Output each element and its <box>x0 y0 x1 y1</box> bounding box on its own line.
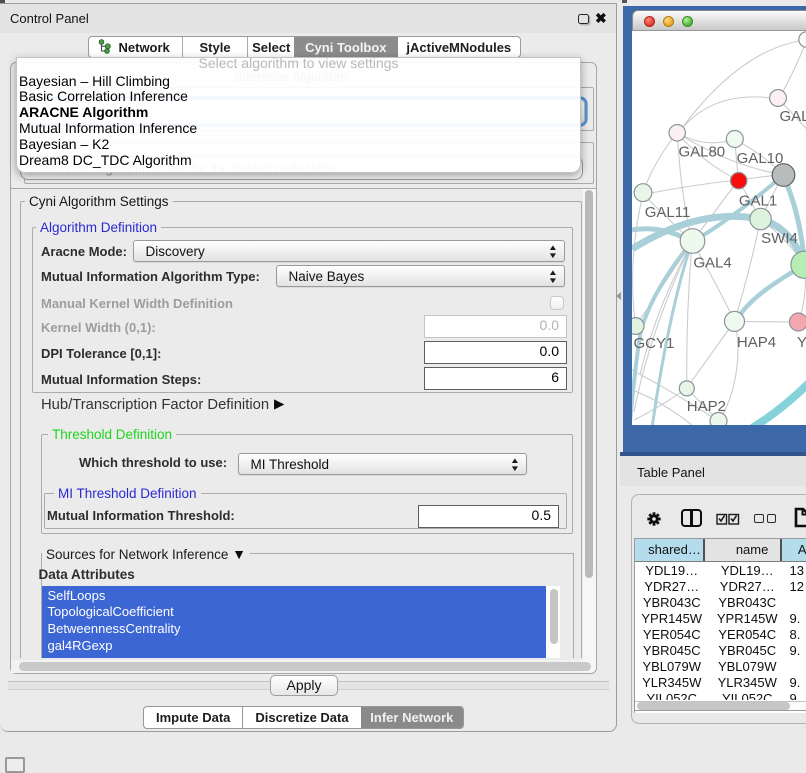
svg-text:HAP2: HAP2 <box>687 398 726 415</box>
svg-text:GAL10: GAL10 <box>737 150 784 167</box>
svg-text:GAL7: GAL7 <box>780 108 806 125</box>
svg-text:GAL80: GAL80 <box>678 144 725 161</box>
svg-text:GCY1: GCY1 <box>634 335 675 352</box>
svg-text:SWI4: SWI4 <box>761 230 798 247</box>
svg-text:YMR: YMR <box>797 334 806 351</box>
svg-text:GAL1: GAL1 <box>739 193 777 210</box>
svg-text:HAP4: HAP4 <box>737 334 776 351</box>
svg-text:GAL4: GAL4 <box>693 255 731 272</box>
svg-text:GAL11: GAL11 <box>645 204 691 221</box>
